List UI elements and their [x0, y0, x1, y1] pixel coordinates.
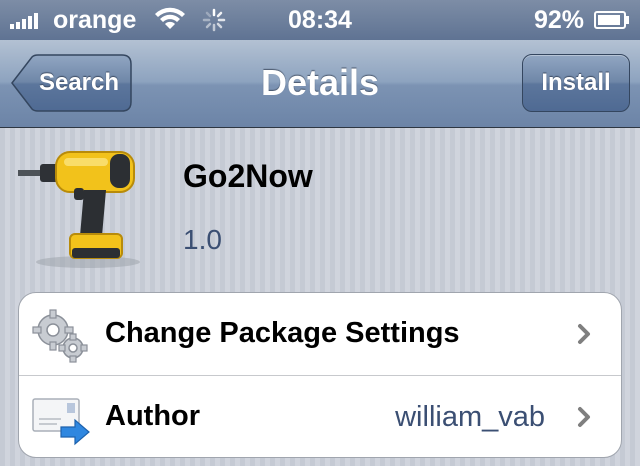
status-bar: orange 08:34 92%	[0, 0, 640, 40]
author-label: Author	[105, 400, 201, 432]
author-value: william_vab	[395, 401, 545, 433]
battery-icon	[594, 11, 630, 29]
package-options-table: Change Package Settings Author william_v…	[18, 292, 622, 458]
power-drill-icon	[14, 140, 144, 275]
gears-icon	[31, 306, 91, 369]
package-version: 1.0	[183, 224, 222, 255]
install-button[interactable]: Install	[522, 54, 630, 112]
package-name: Go2Now	[183, 158, 313, 194]
author-row[interactable]: Author william_vab	[19, 376, 621, 457]
chevron-right-icon	[577, 323, 591, 350]
chevron-right-icon	[577, 406, 591, 433]
battery-percent: 92%	[533, 6, 584, 34]
navigation-bar: Search Details Install	[0, 40, 640, 128]
mail-forward-icon	[31, 389, 93, 452]
change-package-settings-row[interactable]: Change Package Settings	[19, 293, 621, 375]
change-package-settings-label: Change Package Settings	[105, 317, 460, 349]
